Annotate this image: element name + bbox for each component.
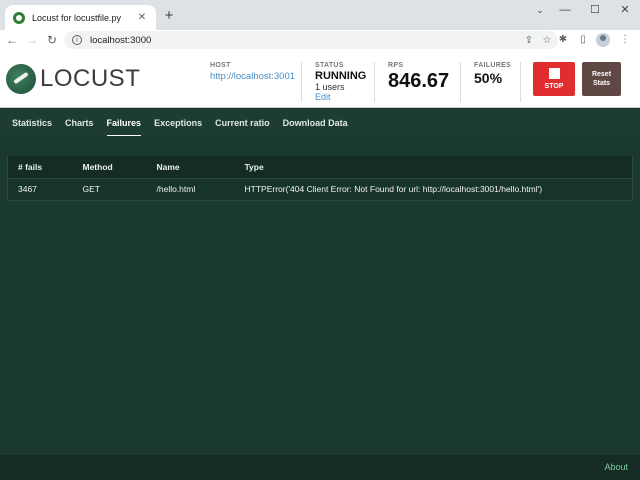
- divider: [460, 62, 461, 102]
- reset-label-line2: Stats: [592, 80, 611, 87]
- site-info-icon[interactable]: i: [72, 35, 82, 45]
- url-text[interactable]: localhost:3000: [90, 35, 522, 46]
- new-tab-button[interactable]: +: [160, 7, 178, 25]
- footer: About: [0, 455, 640, 480]
- logo-text: LOCUST: [40, 65, 141, 92]
- app-tab-bar: Statistics Charts Failures Exceptions Cu…: [0, 109, 640, 137]
- tab-statistics[interactable]: Statistics: [6, 109, 58, 133]
- maximize-button[interactable]: ☐: [580, 0, 610, 20]
- browser-tab-title: Locust for locustfile.py: [32, 12, 122, 23]
- tab-exceptions[interactable]: Exceptions: [148, 109, 208, 133]
- reset-stats-button[interactable]: Reset Stats: [582, 62, 621, 96]
- close-window-button[interactable]: ✕: [610, 0, 640, 20]
- close-tab-icon[interactable]: ✕: [136, 12, 148, 23]
- failures-panel: # fails Method Name Type 3467 GET /hello…: [0, 136, 640, 455]
- column-header-name[interactable]: Name: [146, 156, 235, 178]
- browser-tabstrip: Locust for locustfile.py ✕ + ⌄ — ☐ ✕: [0, 0, 640, 30]
- table-header-row: # fails Method Name Type: [7, 156, 633, 178]
- extensions-icon[interactable]: ✱: [554, 32, 572, 48]
- address-bar[interactable]: i localhost:3000 ⇪ ☆: [64, 31, 558, 49]
- tab-failures[interactable]: Failures: [101, 109, 148, 137]
- window-controls: ⌄ — ☐ ✕: [530, 0, 640, 30]
- reset-label-line1: Reset: [591, 71, 612, 78]
- status-stat: STATUS RUNNING 1 users Edit: [315, 62, 366, 102]
- rps-label: RPS: [388, 62, 404, 69]
- browser-tab[interactable]: Locust for locustfile.py ✕: [5, 5, 156, 30]
- host-label: HOST: [210, 62, 231, 69]
- users-count: 1 users: [315, 82, 345, 92]
- share-icon[interactable]: ⇪: [522, 35, 536, 46]
- tab-current-ratio[interactable]: Current ratio: [209, 109, 276, 133]
- locust-logo-icon: [6, 64, 36, 94]
- column-header-method[interactable]: Method: [72, 156, 147, 178]
- profile-avatar-icon[interactable]: [596, 33, 610, 47]
- edit-users-link[interactable]: Edit: [315, 92, 366, 102]
- host-link[interactable]: http://localhost:3001: [210, 71, 295, 82]
- locust-logo: LOCUST: [6, 64, 140, 94]
- tab-download-data[interactable]: Download Data: [277, 109, 354, 133]
- host-stat: HOST http://localhost:3001: [210, 62, 295, 82]
- locust-favicon-icon: [13, 11, 25, 24]
- cell-method: GET: [72, 177, 147, 201]
- stop-icon: [548, 68, 560, 79]
- browser-toolbar: ← → ↻ i localhost:3000 ⇪ ☆ ✱ ▯ ⋮: [0, 30, 640, 50]
- status-label: STATUS: [315, 62, 344, 69]
- failures-table: # fails Method Name Type 3467 GET /hello…: [7, 156, 633, 201]
- cell-name: /hello.html: [146, 177, 235, 201]
- tab-search-icon[interactable]: ⌄: [530, 0, 550, 20]
- failures-label: FAILURES: [474, 62, 512, 69]
- tab-charts[interactable]: Charts: [59, 109, 100, 133]
- minimize-button[interactable]: —: [550, 0, 580, 20]
- menu-kebab-icon[interactable]: ⋮: [616, 32, 634, 48]
- failures-value: 50%: [474, 70, 503, 86]
- side-panel-icon[interactable]: ▯: [574, 32, 592, 48]
- forward-arrow-icon[interactable]: →: [24, 32, 40, 48]
- rps-stat: RPS 846.67: [388, 62, 449, 93]
- locust-header: LOCUST HOST http://localhost:3001 STATUS…: [0, 50, 640, 108]
- divider: [520, 62, 521, 102]
- failures-stat: FAILURES 50%: [474, 62, 511, 86]
- reload-icon[interactable]: ↻: [44, 32, 60, 48]
- rps-value: 846.67: [388, 70, 450, 92]
- about-link[interactable]: About: [604, 462, 628, 472]
- column-header-fails[interactable]: # fails: [7, 156, 73, 178]
- status-value: RUNNING: [315, 70, 367, 82]
- stop-label: STOP: [544, 83, 564, 90]
- back-arrow-icon[interactable]: ←: [4, 32, 20, 48]
- toolbar-actions: ✱ ▯ ⋮: [552, 32, 634, 48]
- divider: [301, 62, 302, 102]
- divider: [374, 62, 375, 102]
- cell-fails: 3467: [7, 177, 73, 201]
- stop-button[interactable]: STOP: [533, 62, 575, 96]
- column-header-type[interactable]: Type: [234, 156, 633, 178]
- cell-type: HTTPError('404 Client Error: Not Found f…: [234, 177, 633, 201]
- table-row: 3467 GET /hello.html HTTPError('404 Clie…: [7, 177, 633, 201]
